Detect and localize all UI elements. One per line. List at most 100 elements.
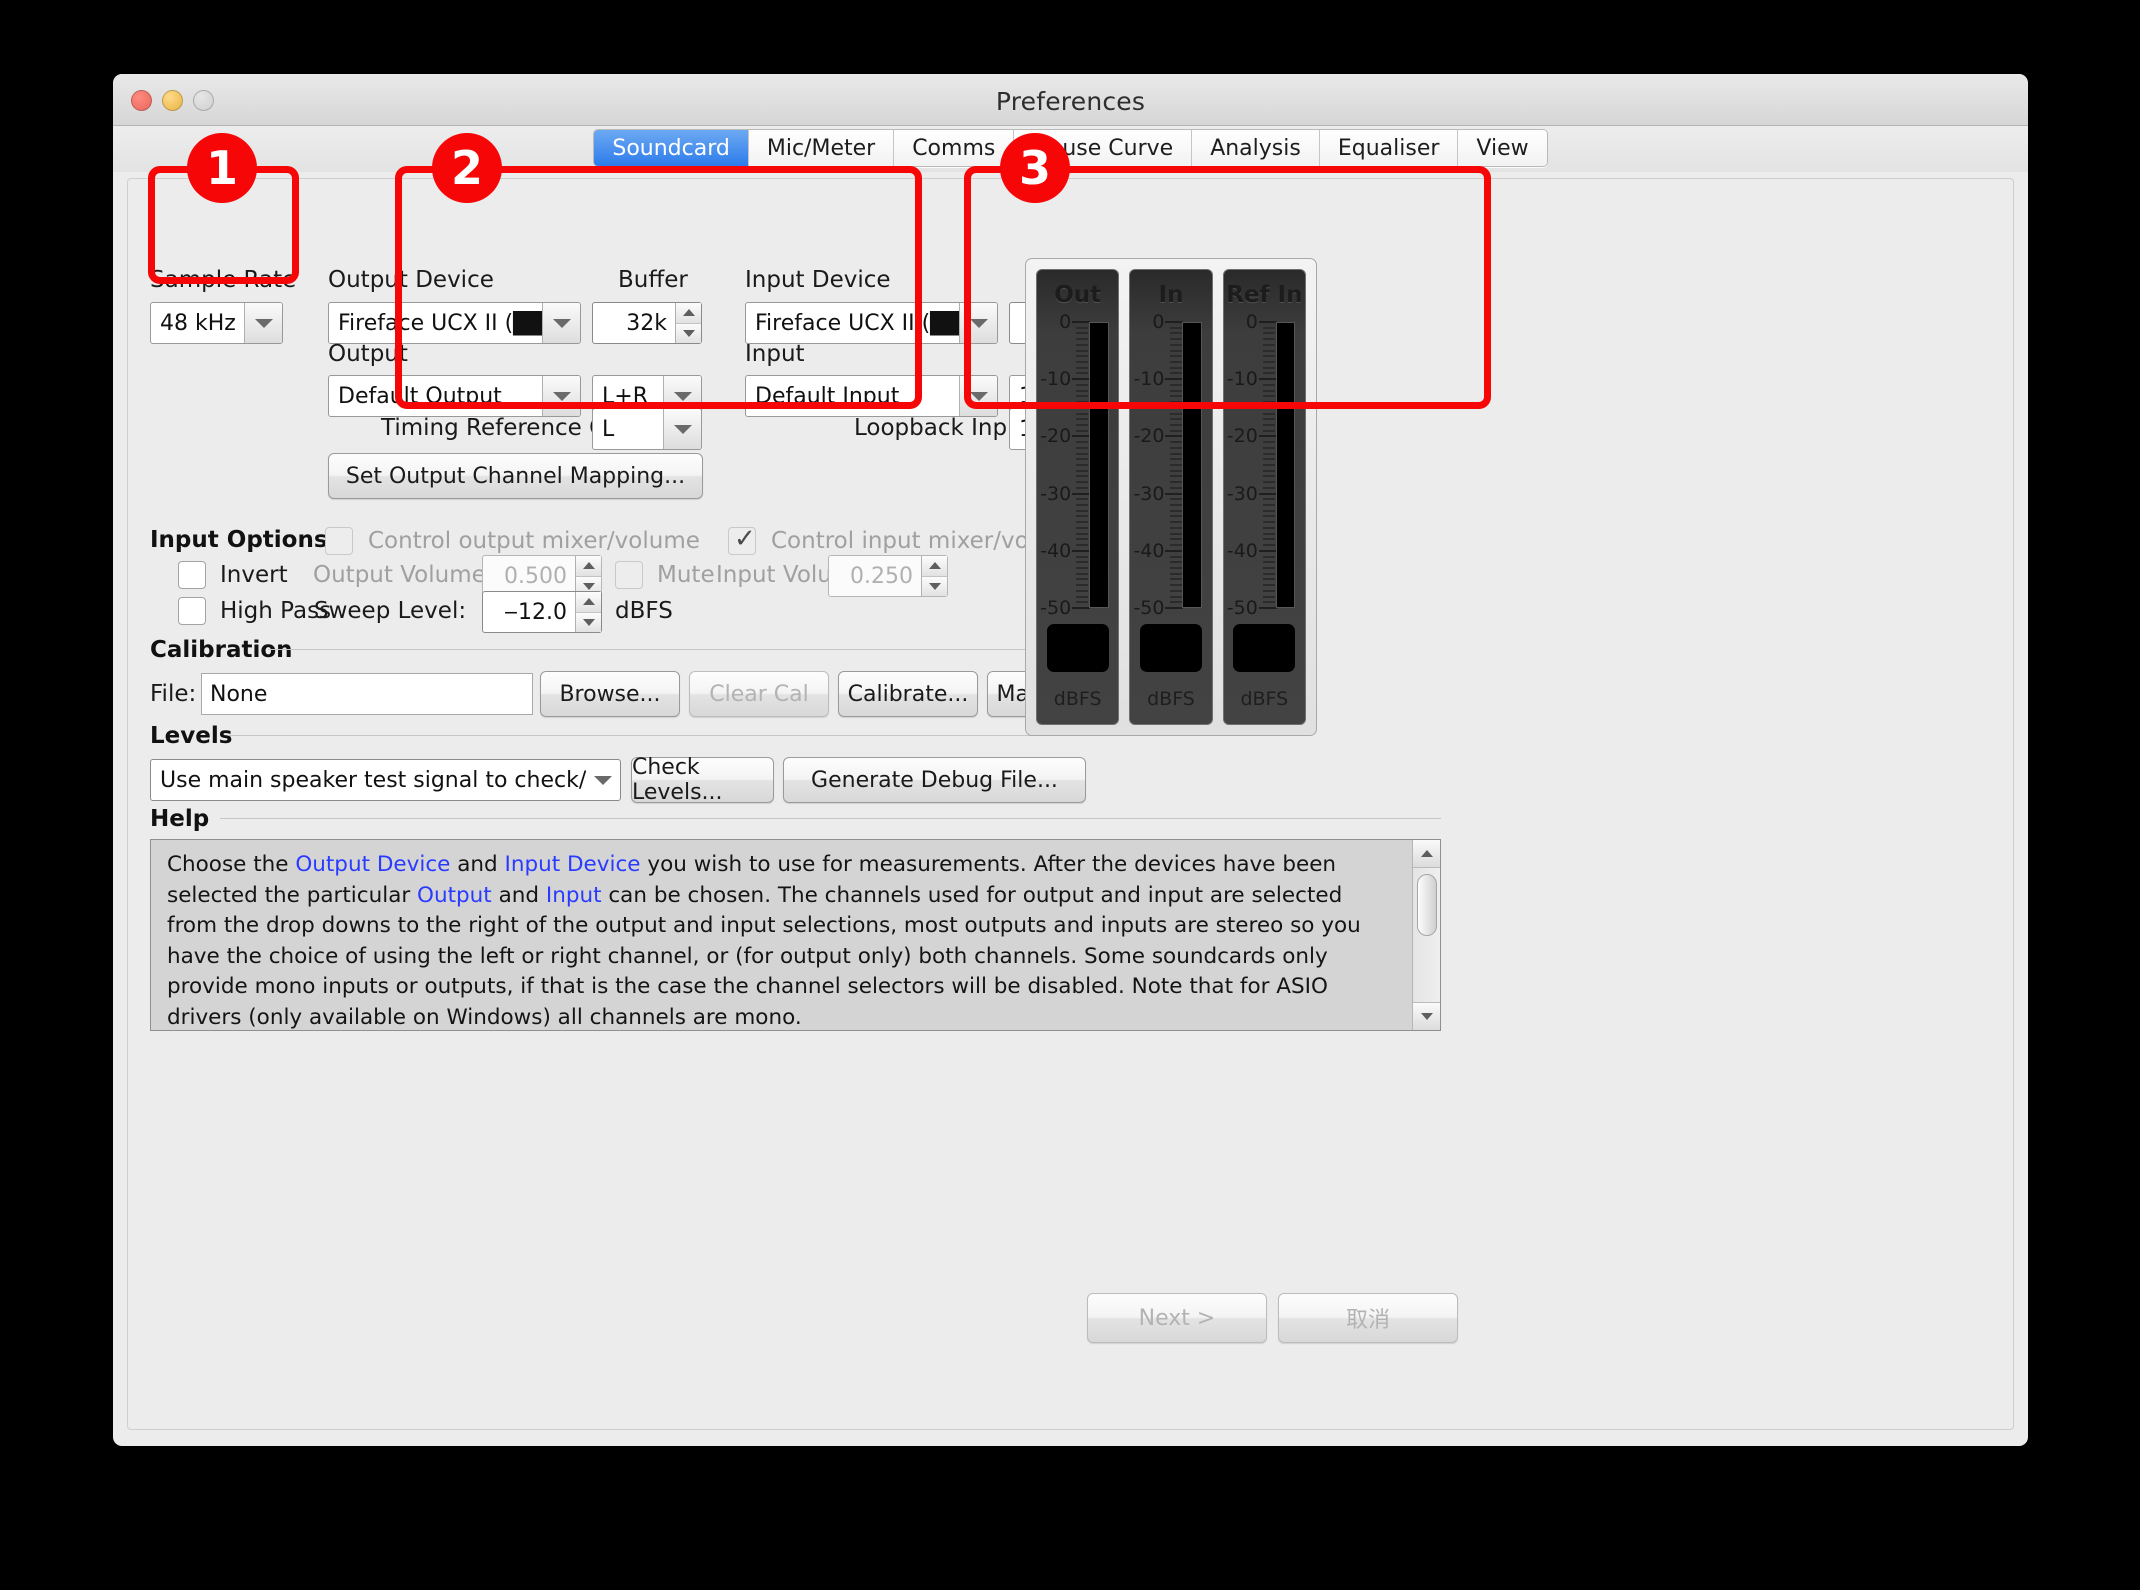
meter-tick-50: -50: [1095, 597, 1165, 619]
spinner-up-icon[interactable]: [922, 556, 947, 577]
help-link-output[interactable]: Output: [417, 883, 492, 908]
output-label: Output: [328, 341, 408, 367]
invert-checkbox[interactable]: [178, 561, 206, 589]
meter-major-tick: [1259, 435, 1277, 437]
meter-ref-in-scale: 0 -10 -20 -30 -40 -50: [1224, 322, 1305, 608]
meter-minor-tick: [1263, 407, 1275, 409]
meter-minor-tick: [1263, 556, 1275, 558]
spinner-up-icon[interactable]: [676, 303, 701, 324]
set-output-channel-mapping-button[interactable]: Set Output Channel Mapping...: [328, 453, 703, 499]
meter-major-tick: [1072, 493, 1090, 495]
sample-rate-combo[interactable]: 48 kHz: [150, 302, 283, 344]
meter-minor-tick: [1170, 447, 1182, 449]
meter-minor-tick: [1076, 401, 1088, 403]
screenshot-root: Preferences Soundcard Mic/Meter Comms Ho…: [0, 0, 2140, 1590]
spinner-up-icon[interactable]: [576, 556, 601, 577]
meter-minor-tick: [1170, 584, 1182, 586]
calibration-divider: [268, 649, 1086, 650]
meter-minor-tick: [1076, 338, 1088, 340]
mute-checkbox[interactable]: [615, 561, 643, 589]
levels-divider: [228, 735, 1086, 736]
help-text: Choose the Output Device and Input Devic…: [167, 850, 1394, 1031]
meter-minor-tick: [1263, 413, 1275, 415]
input-combo[interactable]: Default Input: [745, 375, 998, 417]
meter-minor-tick: [1076, 504, 1088, 506]
spinner-buttons[interactable]: [675, 303, 701, 343]
meter-minor-tick: [1263, 567, 1275, 569]
meter-minor-tick: [1170, 573, 1182, 575]
meter-minor-tick: [1076, 573, 1088, 575]
check-levels-button[interactable]: Check Levels...: [631, 757, 774, 803]
spinner-buttons[interactable]: [921, 556, 947, 596]
meter-minor-tick: [1263, 590, 1275, 592]
scroll-down-icon[interactable]: [1413, 1002, 1441, 1030]
tab-view[interactable]: View: [1458, 130, 1546, 166]
control-output-mixer-checkbox[interactable]: [325, 527, 353, 555]
meter-minor-tick: [1170, 510, 1182, 512]
spinner-down-icon[interactable]: [576, 613, 601, 633]
meter-minor-tick: [1170, 390, 1182, 392]
meter-minor-tick: [1263, 332, 1275, 334]
output-device-label: Output Device: [328, 267, 494, 293]
help-link-output-device[interactable]: Output Device: [295, 852, 450, 877]
meter-minor-tick: [1170, 481, 1182, 483]
spinner-buttons[interactable]: [575, 592, 601, 632]
input-device-label: Input Device: [745, 267, 891, 293]
levels-value: Use main speaker test signal to check/se…: [151, 768, 586, 793]
tab-mic-meter[interactable]: Mic/Meter: [749, 130, 894, 166]
calibration-file-input[interactable]: None: [201, 673, 533, 715]
meter-minor-tick: [1170, 567, 1182, 569]
help-link-input-device[interactable]: Input Device: [505, 852, 641, 877]
meter-minor-tick: [1263, 458, 1275, 460]
output-combo[interactable]: Default Output: [328, 375, 581, 417]
spinner-down-icon[interactable]: [676, 324, 701, 344]
calibrate-button[interactable]: Calibrate...: [838, 671, 978, 717]
scrollbar-thumb[interactable]: [1417, 874, 1437, 936]
meter-major-tick: [1072, 378, 1090, 380]
input-volume-spinner[interactable]: 0.250: [828, 555, 948, 597]
scroll-up-icon[interactable]: [1413, 840, 1441, 868]
meter-minor-tick: [1263, 441, 1275, 443]
level-meters-panel: Out 0 -10 -20 -30 -40 -50 dBFS In: [1025, 258, 1317, 736]
meter-tick-30: -30: [1095, 483, 1165, 505]
meter-minor-tick: [1170, 413, 1182, 415]
meter-minor-tick: [1170, 464, 1182, 466]
output-buffer-spinner[interactable]: 32k: [592, 302, 702, 344]
meter-minor-tick: [1076, 584, 1088, 586]
help-link-input[interactable]: Input: [546, 883, 602, 908]
tab-comms[interactable]: Comms: [894, 130, 1014, 166]
browse-button[interactable]: Browse...: [540, 671, 680, 717]
control-input-mixer-checkbox[interactable]: ✓: [728, 527, 756, 555]
meter-minor-tick: [1076, 487, 1088, 489]
timing-reference-output-combo[interactable]: L: [592, 408, 702, 450]
tab-analysis[interactable]: Analysis: [1192, 130, 1320, 166]
help-p1-b: and: [450, 852, 504, 877]
meter-minor-tick: [1076, 413, 1088, 415]
spinner-up-icon[interactable]: [576, 592, 601, 613]
output-device-combo[interactable]: Fireface UCX II (█████████): [328, 302, 581, 344]
generate-debug-file-button[interactable]: Generate Debug File...: [783, 757, 1086, 803]
high-pass-checkbox[interactable]: [178, 597, 206, 625]
meter-tick-0: 0: [1188, 311, 1258, 333]
help-scrollbar[interactable]: [1412, 840, 1440, 1030]
meter-ref-in-unit: dBFS: [1224, 688, 1305, 710]
meter-out-bar: [1089, 322, 1109, 608]
meter-minor-tick: [1076, 527, 1088, 529]
meter-tick-0: 0: [1095, 311, 1165, 333]
levels-combo[interactable]: Use main speaker test signal to check/se…: [150, 759, 621, 801]
meter-minor-tick: [1170, 424, 1182, 426]
control-output-mixer-label: Control output mixer/volume: [368, 528, 700, 554]
tab-equaliser[interactable]: Equaliser: [1320, 130, 1459, 166]
meter-major-tick: [1072, 321, 1090, 323]
sweep-level-spinner[interactable]: ‒12.0: [482, 591, 602, 633]
meter-minor-tick: [1076, 601, 1088, 603]
input-device-combo[interactable]: Fireface UCX II (█████████): [745, 302, 998, 344]
meter-minor-tick: [1076, 533, 1088, 535]
tab-soundcard[interactable]: Soundcard: [594, 130, 748, 166]
spinner-down-icon[interactable]: [922, 577, 947, 597]
tab-bar: Soundcard Mic/Meter Comms House Curve An…: [113, 126, 2028, 172]
meter-minor-tick: [1170, 418, 1182, 420]
meter-minor-tick: [1076, 395, 1088, 397]
chevron-down-icon: [663, 409, 701, 449]
spinner-buttons[interactable]: [575, 556, 601, 596]
